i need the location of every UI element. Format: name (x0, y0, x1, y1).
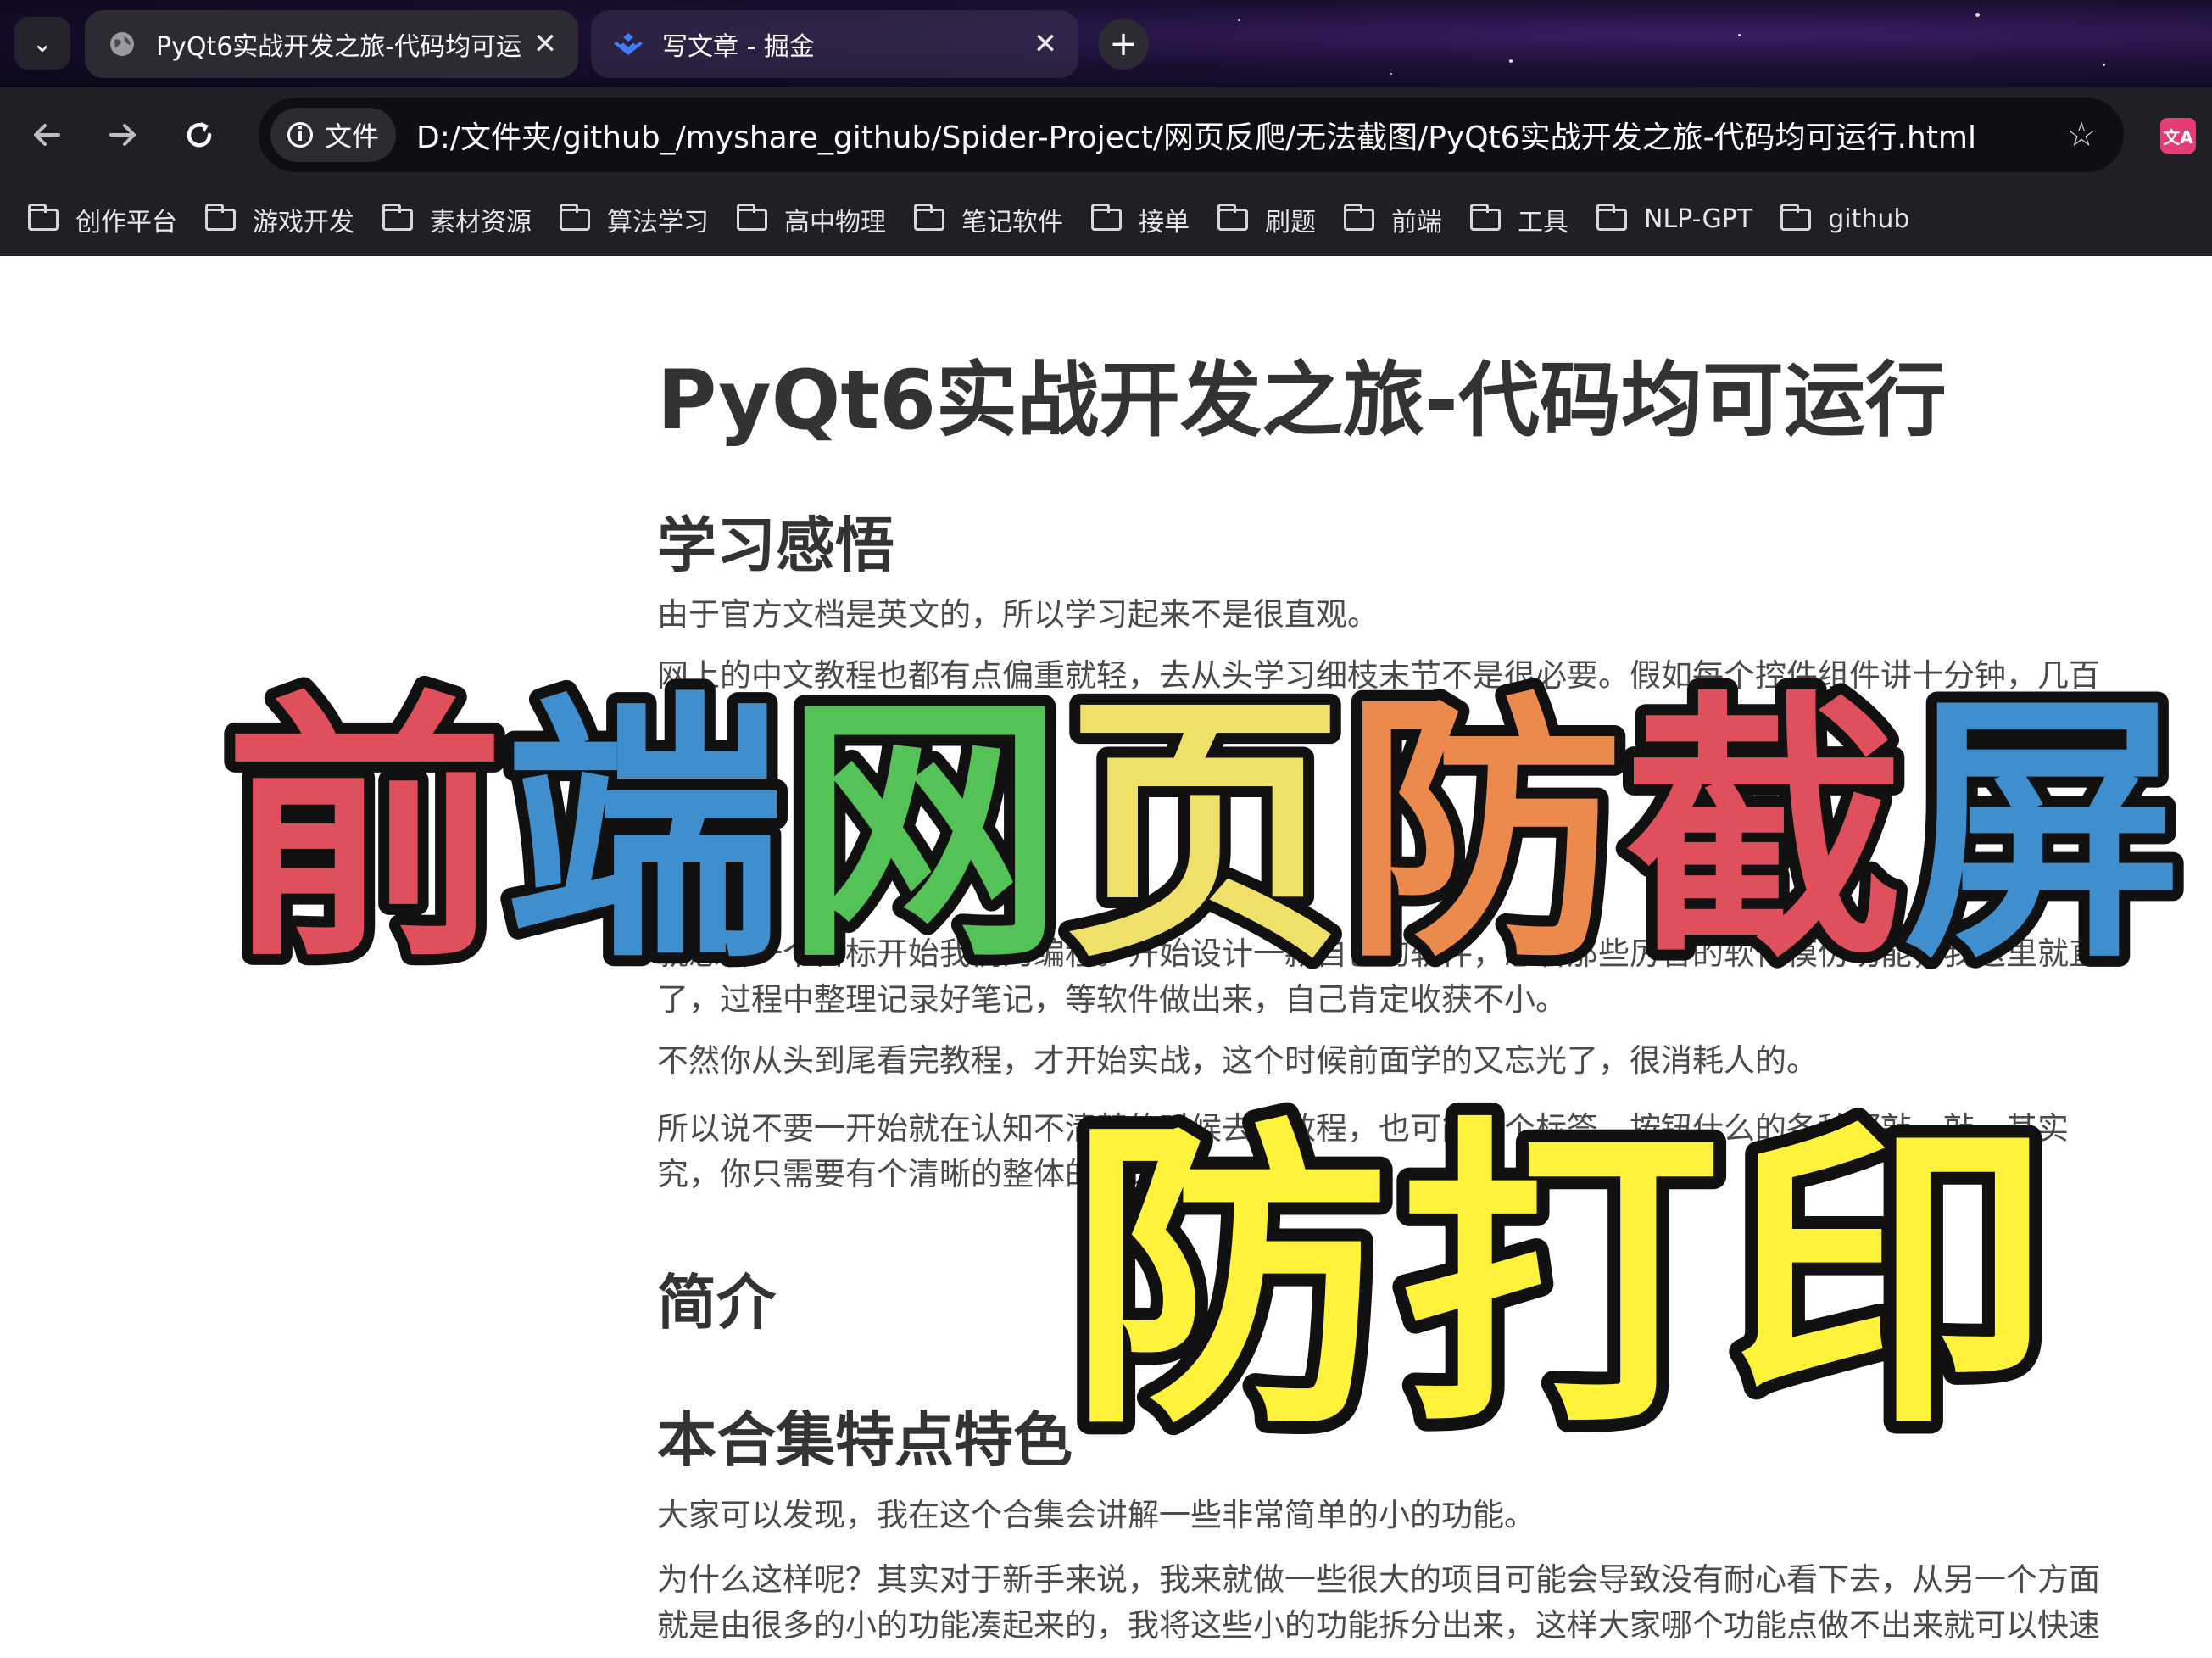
tab-juejin-write[interactable]: 写文章 - 掘金 ✕ (591, 10, 1078, 78)
folder-icon (1344, 203, 1374, 231)
tab-pyqt6-article[interactable]: PyQt6实战开发之旅-代码均可运 ✕ (85, 10, 578, 78)
tab-title: 写文章 - 掘金 (662, 32, 815, 62)
browser-toolbar: i 文件 D:/文件夹/github_/myshare_github/Spide… (0, 87, 2212, 182)
close-icon[interactable]: ✕ (1024, 23, 1067, 65)
bookmarks-bar: 创作平台 游戏开发 素材资源 算法学习 高中物理 笔记软件 接单 刷题 前端 工… (0, 182, 2212, 256)
folder-icon (1470, 203, 1501, 231)
tab-title: PyQt6实战开发之旅-代码均可运 (156, 32, 522, 62)
folder-icon (1091, 203, 1122, 231)
paragraph: 为什么这样呢？其实对于新手来说，我来就做一些很大的项目可能会导致没有耐心看下去，… (657, 1561, 2100, 1598)
address-bar[interactable]: i 文件 D:/文件夹/github_/myshare_github/Spide… (259, 98, 2124, 172)
star-icon[interactable]: ☆ (2056, 109, 2107, 160)
section-heading: 简介 (657, 1268, 776, 1337)
tab-strip: ⌄ PyQt6实战开发之旅-代码均可运 ✕ 写文章 - 掘金 ✕ + (0, 0, 2212, 87)
site-info-button[interactable]: i 文件 (270, 108, 397, 162)
back-button[interactable] (21, 109, 72, 160)
bookmark-folder[interactable]: github (1780, 203, 1909, 234)
folder-icon (28, 203, 59, 231)
bookmark-folder[interactable]: 笔记软件 (914, 201, 1063, 238)
bookmark-folder[interactable]: 接单 (1091, 201, 1190, 238)
bookmark-folder[interactable]: 前端 (1344, 201, 1442, 238)
arrow-left-icon (34, 124, 60, 146)
paragraph: 了，过程中整理记录好笔记，等软件做出来，自己肯定收获不小。 (657, 981, 1567, 1018)
paragraph: 所以说不要一开始就在认知不清楚的时候去看教程，也可能看个标签、按钮什么的各种都敲… (657, 1110, 2069, 1147)
reload-icon (187, 122, 212, 148)
paragraph: 由于官方文档是英文的，所以学习起来不是很直观。 (657, 596, 1379, 633)
paragraph: 大家可以发现，我在这个合集会讲解一些非常简单的小的功能。 (657, 1497, 1535, 1533)
arrow-right-icon (109, 124, 136, 146)
chevron-down-icon: ⌄ (31, 28, 53, 59)
reload-button[interactable] (174, 109, 225, 160)
bookmark-folder[interactable]: 素材资源 (382, 201, 532, 238)
info-icon: i (287, 122, 313, 148)
article-title: PyQt6实战开发之旅-代码均可运行 (657, 353, 1947, 448)
url-text[interactable]: D:/文件夹/github_/myshare_github/Spider-Pro… (416, 113, 2056, 157)
paragraph: 网上的中文教程也都有点偏重就轻，去从头学习细枝末节不是很必要。假如每个控件组件讲… (657, 657, 2100, 694)
bookmark-folder[interactable]: NLP-GPT (1596, 203, 1752, 234)
paragraph: 就想着一个目标开始我们的编程。开始设计一款自己的软件，想着那些厉害的软件模仿功能… (657, 935, 2100, 972)
forward-button[interactable] (98, 109, 148, 160)
paragraph: 不然你从头到尾看完教程，才开始实战，这个时候前面学的又忘光了，很消耗人的。 (657, 1042, 1818, 1079)
bookmark-folder[interactable]: 游戏开发 (205, 201, 354, 238)
new-tab-button[interactable]: + (1098, 19, 1149, 70)
bookmark-folder[interactable]: 工具 (1470, 201, 1568, 238)
section-heading: 学习感悟 (657, 511, 894, 580)
globe-icon (107, 29, 137, 59)
overlay-char: 前 (225, 669, 504, 995)
site-info-label: 文件 (325, 120, 380, 153)
folder-icon (1596, 203, 1627, 231)
translate-icon[interactable]: 文A (2160, 118, 2196, 154)
folder-icon (737, 203, 767, 231)
section-heading: 本合集特点特色 (657, 1405, 1073, 1475)
juejin-icon (613, 29, 644, 59)
plus-icon: + (1109, 25, 1138, 64)
folder-icon (205, 203, 236, 231)
paragraph: 就是由很多的小的功能凑起来的，我将这些小的功能拆分出来，这样大家哪个功能点做不出… (657, 1607, 2100, 1644)
folder-icon (914, 203, 944, 231)
folder-icon (382, 203, 413, 231)
bookmark-folder[interactable]: 创作平台 (28, 201, 177, 238)
folder-icon (560, 203, 590, 231)
paragraph: 究，你只需要有个清晰的整体的认识就行了。 (657, 1156, 1284, 1192)
folder-icon (1780, 203, 1812, 231)
tab-search-button[interactable]: ⌄ (14, 17, 70, 70)
bookmark-folder[interactable]: 高中物理 (737, 201, 886, 238)
folder-icon (1217, 203, 1248, 231)
bookmark-folder[interactable]: 刷题 (1217, 201, 1316, 238)
bookmark-folder[interactable]: 算法学习 (560, 201, 709, 238)
close-icon[interactable]: ✕ (524, 23, 566, 65)
